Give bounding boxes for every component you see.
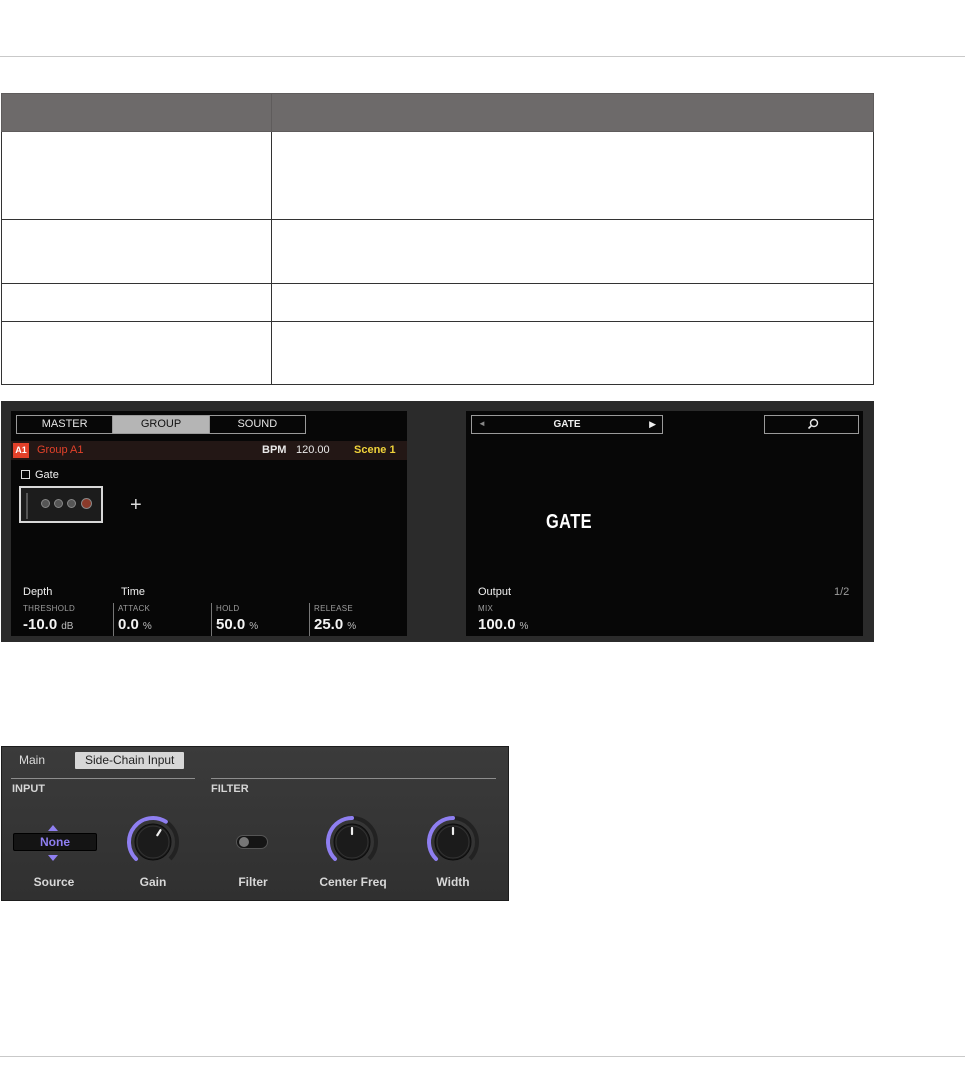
knob-icon xyxy=(67,499,76,508)
side-chain-panel: Main Side-Chain Input INPUT FILTER None … xyxy=(1,746,509,901)
section-label-output: Output xyxy=(478,586,512,598)
param-name: RELEASE xyxy=(314,604,354,613)
param-value: 0.0 xyxy=(118,616,139,633)
table-row xyxy=(1,131,874,220)
parameter-table xyxy=(1,93,874,385)
source-up-icon[interactable] xyxy=(48,825,58,831)
center-freq-label: Center Freq xyxy=(319,875,387,889)
table-cell xyxy=(271,219,874,284)
tab-group[interactable]: GROUP xyxy=(113,416,210,433)
preset-name: GATE xyxy=(553,419,581,430)
table-cell xyxy=(1,321,272,385)
group-header: A1 Group A1 BPM 120.00 Scene 1 xyxy=(11,441,407,460)
param-unit: % xyxy=(347,621,357,632)
tab-side-chain-input[interactable]: Side-Chain Input xyxy=(75,752,185,769)
plugin-thumbnail[interactable] xyxy=(19,486,103,523)
display-tab-bar: MASTER GROUP SOUND xyxy=(16,415,306,434)
table-header-row xyxy=(1,93,874,132)
knob-icon xyxy=(41,499,50,508)
plugin-name: Gate xyxy=(35,469,59,481)
param-unit: % xyxy=(249,621,259,632)
param-unit: % xyxy=(142,621,152,632)
param-name: MIX xyxy=(478,604,494,613)
param-value-row: 25.0% xyxy=(314,616,356,633)
add-plugin-button[interactable]: + xyxy=(130,495,142,515)
preset-selector[interactable]: ◄ GATE ▶ xyxy=(471,415,663,434)
table-cell xyxy=(1,283,272,322)
knob-body xyxy=(134,823,172,861)
table-cell xyxy=(271,131,874,220)
bpm-label: BPM xyxy=(262,444,287,456)
section-title-filter: FILTER xyxy=(211,783,249,795)
group-name: Group A1 xyxy=(37,444,84,456)
param-value: -10.0 xyxy=(23,616,58,633)
next-preset-icon[interactable]: ▶ xyxy=(649,419,656,430)
gain-knob[interactable] xyxy=(124,813,182,871)
param-hold[interactable]: HOLD 50.0% xyxy=(211,603,308,636)
table-header-parameter xyxy=(1,93,272,132)
section-divider xyxy=(11,778,195,779)
left-display: MASTER GROUP SOUND A1 Group A1 BPM 120.0… xyxy=(11,411,407,636)
gain-label: Gain xyxy=(139,875,167,889)
param-mix[interactable]: MIX 100.0% xyxy=(474,603,566,636)
param-name: THRESHOLD xyxy=(23,604,76,613)
toggle-knob xyxy=(239,837,249,847)
table-row xyxy=(1,321,874,385)
plugin-title: GATE xyxy=(546,511,592,533)
param-value: 50.0 xyxy=(216,616,246,633)
filter-toggle[interactable] xyxy=(236,835,268,849)
width-knob[interactable] xyxy=(424,813,482,871)
search-button[interactable] xyxy=(764,415,859,434)
tab-master[interactable]: MASTER xyxy=(17,416,114,433)
page-indicator: 1/2 xyxy=(834,586,850,598)
top-divider xyxy=(0,56,965,57)
param-unit: dB xyxy=(61,621,74,632)
search-icon xyxy=(807,418,819,430)
param-release[interactable]: RELEASE 25.0% xyxy=(309,603,405,636)
knob-icon xyxy=(54,499,63,508)
section-label-time: Time xyxy=(121,586,146,598)
plugin-bypass-icon[interactable] xyxy=(21,470,30,479)
center-freq-knob[interactable] xyxy=(323,813,381,871)
bottom-divider xyxy=(0,1056,965,1057)
width-label: Width xyxy=(436,875,470,889)
param-value-row: 50.0% xyxy=(216,616,258,633)
table-cell xyxy=(271,321,874,385)
section-title-input: INPUT xyxy=(12,783,45,795)
param-attack[interactable]: ATTACK 0.0% xyxy=(113,603,209,636)
param-value-row: 100.0% xyxy=(478,616,528,633)
param-value-row: -10.0 dB xyxy=(23,616,73,633)
table-header-description xyxy=(271,93,874,132)
knob-icon xyxy=(81,498,92,509)
tab-sound[interactable]: SOUND xyxy=(210,416,305,433)
param-name: HOLD xyxy=(216,604,240,613)
tab-main[interactable]: Main xyxy=(19,752,45,769)
filter-label: Filter xyxy=(238,875,268,889)
param-value: 25.0 xyxy=(314,616,344,633)
meter-icon xyxy=(26,493,28,519)
table-cell xyxy=(271,283,874,322)
section-divider xyxy=(211,778,496,779)
scene-label: Scene 1 xyxy=(354,444,396,456)
param-unit: % xyxy=(519,621,529,632)
table-cell xyxy=(1,219,272,284)
source-selector[interactable]: None xyxy=(13,833,97,851)
right-display: ◄ GATE ▶ GATE Output 1/2 MIX 100.0% xyxy=(466,411,863,636)
param-value-row: 0.0% xyxy=(118,616,152,633)
controller-displays: MASTER GROUP SOUND A1 Group A1 BPM 120.0… xyxy=(1,401,874,642)
param-name: ATTACK xyxy=(118,604,151,613)
section-label-depth: Depth xyxy=(23,586,53,598)
table-row xyxy=(1,219,874,284)
bpm-value: 120.00 xyxy=(296,444,330,456)
table-cell xyxy=(1,131,272,220)
param-value: 100.0 xyxy=(478,616,516,633)
source-down-icon[interactable] xyxy=(48,855,58,861)
param-threshold[interactable]: THRESHOLD -10.0 dB xyxy=(19,603,111,636)
group-badge: A1 xyxy=(13,443,29,458)
source-label: Source xyxy=(33,875,75,889)
table-row xyxy=(1,283,874,322)
